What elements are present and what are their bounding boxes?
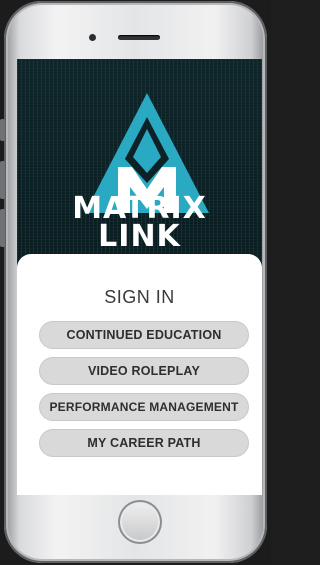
camera-icon [89, 34, 96, 41]
video-roleplay-button[interactable]: VIDEO ROLEPLAY [39, 357, 249, 385]
sign-in-panel: SIGN IN CONTINUED EDUCATION VIDEO ROLEPL… [17, 254, 262, 495]
continued-education-button[interactable]: CONTINUED EDUCATION [39, 321, 249, 349]
sign-in-title[interactable]: SIGN IN [17, 287, 262, 308]
volume-down-button [0, 209, 5, 247]
home-button-icon[interactable] [118, 500, 162, 544]
brand-line-2: LINK [98, 219, 181, 254]
speaker-icon [118, 35, 160, 40]
mute-switch [0, 119, 5, 141]
performance-management-button[interactable]: PERFORMANCE MANAGEMENT [39, 393, 249, 421]
phone-screen: MATRIX LINK SIGN IN CONTINUED EDUCATION … [17, 59, 262, 495]
volume-up-button [0, 161, 5, 199]
stage: MATRIX LINK SIGN IN CONTINUED EDUCATION … [0, 0, 271, 565]
my-career-path-button[interactable]: MY CAREER PATH [39, 429, 249, 457]
phone-frame: MATRIX LINK SIGN IN CONTINUED EDUCATION … [0, 1, 267, 563]
